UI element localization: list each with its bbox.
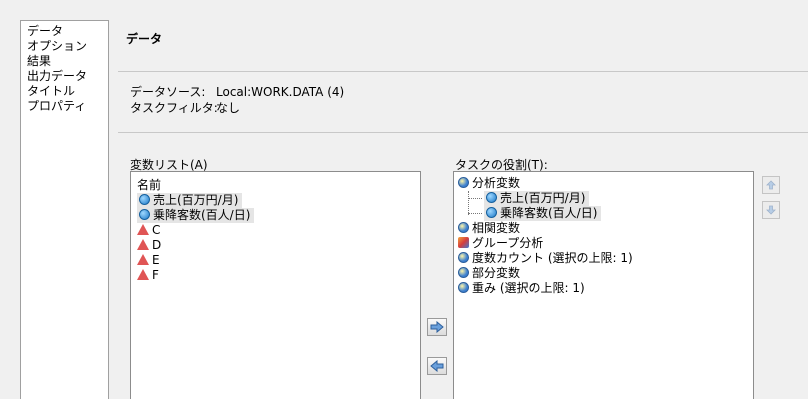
task-filter-label: タスクフィルタ: xyxy=(130,101,218,115)
variable-item[interactable]: 売上(百万円/月) xyxy=(137,193,420,208)
role-label: 度数カウント (選択の上限: 1) xyxy=(472,251,633,265)
arrow-left-icon xyxy=(430,360,444,372)
variable-item[interactable]: 乗降客数(百人/日) xyxy=(137,208,420,223)
role-icon xyxy=(458,252,469,263)
character-variable-icon xyxy=(137,254,149,265)
variable-name: C xyxy=(152,223,161,237)
character-variable-icon xyxy=(137,269,149,280)
role-item-frequency-count[interactable]: 度数カウント (選択の上限: 1) xyxy=(458,251,753,266)
nav-item-output-data[interactable]: 出力データ xyxy=(27,69,108,84)
variable-list[interactable]: 名前 売上(百万円/月) 乗降客数(百人/日) C D E F xyxy=(130,171,421,399)
role-icon xyxy=(458,267,469,278)
navigation-pane: データ オプション 結果 出力データ タイトル プロパティ xyxy=(20,20,109,399)
nav-item-data[interactable]: データ xyxy=(27,24,108,39)
variable-name: 乗降客数(百人/日) xyxy=(153,208,251,222)
tree-connector xyxy=(468,198,482,199)
nav-item-options[interactable]: オプション xyxy=(27,39,108,54)
variable-item[interactable]: C xyxy=(137,223,420,238)
role-item-correlation[interactable]: 相関変数 xyxy=(458,221,753,236)
assigned-variable-name: 売上(百万円/月) xyxy=(500,191,586,205)
numeric-variable-icon xyxy=(486,192,497,203)
arrow-down-icon xyxy=(766,205,776,215)
role-icon xyxy=(458,177,469,188)
variable-item[interactable]: D xyxy=(137,238,420,253)
role-label: グループ分析 xyxy=(472,236,544,250)
variable-name: E xyxy=(152,253,160,267)
title-divider xyxy=(118,71,808,72)
assigned-variable[interactable]: 売上(百万円/月) xyxy=(458,191,753,206)
variable-item[interactable]: F xyxy=(137,268,420,283)
variable-name: F xyxy=(152,268,159,282)
role-icon xyxy=(458,282,469,293)
task-filter-row: タスクフィルタ:なし xyxy=(130,99,240,116)
role-item-weight[interactable]: 重み (選択の上限: 1) xyxy=(458,281,753,296)
numeric-variable-icon xyxy=(139,194,150,205)
role-label: 相関変数 xyxy=(472,221,521,235)
arrow-up-icon xyxy=(766,180,776,190)
numeric-variable-icon xyxy=(139,209,150,220)
variable-name: D xyxy=(152,238,162,252)
role-label: 分析変数 xyxy=(472,176,521,190)
group-analysis-icon xyxy=(458,237,469,248)
variable-list-header: 名前 xyxy=(137,178,162,192)
character-variable-icon xyxy=(137,239,149,250)
arrow-right-icon xyxy=(430,321,444,333)
role-item-analysis[interactable]: 分析変数 xyxy=(458,176,753,215)
role-label: 重み (選択の上限: 1) xyxy=(472,281,585,295)
variable-item[interactable]: E xyxy=(137,253,420,268)
numeric-variable-icon xyxy=(486,207,497,218)
character-variable-icon xyxy=(137,224,149,235)
role-label: 部分変数 xyxy=(472,266,521,280)
nav-item-titles[interactable]: タイトル xyxy=(27,84,108,99)
remove-variable-button[interactable] xyxy=(427,357,447,375)
section-title: データ xyxy=(126,32,163,46)
info-divider xyxy=(118,132,808,133)
assigned-variable-name: 乗降客数(百人/日) xyxy=(500,206,598,220)
role-icon xyxy=(458,222,469,233)
task-filter-value: なし xyxy=(216,101,241,115)
nav-item-properties[interactable]: プロパティ xyxy=(27,99,108,114)
role-item-group-analysis[interactable]: グループ分析 xyxy=(458,236,753,251)
task-roles-list[interactable]: 分析変数 売上(百万円/月) 乗降客数(百人/日) 相関変数 グループ分析 度数… xyxy=(453,171,754,399)
nav-item-results[interactable]: 結果 xyxy=(27,54,108,69)
move-down-button[interactable] xyxy=(762,201,780,219)
data-source-value: Local:WORK.DATA (4) xyxy=(216,85,345,99)
tree-connector xyxy=(468,213,482,214)
data-source-row: データソース: Local:WORK.DATA (4) xyxy=(130,83,344,100)
assigned-variable[interactable]: 乗降客数(百人/日) xyxy=(458,206,753,221)
move-up-button[interactable] xyxy=(762,176,780,194)
role-item-partial[interactable]: 部分変数 xyxy=(458,266,753,281)
data-source-label: データソース: xyxy=(130,85,206,99)
variable-name: 売上(百万円/月) xyxy=(153,193,239,207)
add-variable-button[interactable] xyxy=(427,318,447,336)
